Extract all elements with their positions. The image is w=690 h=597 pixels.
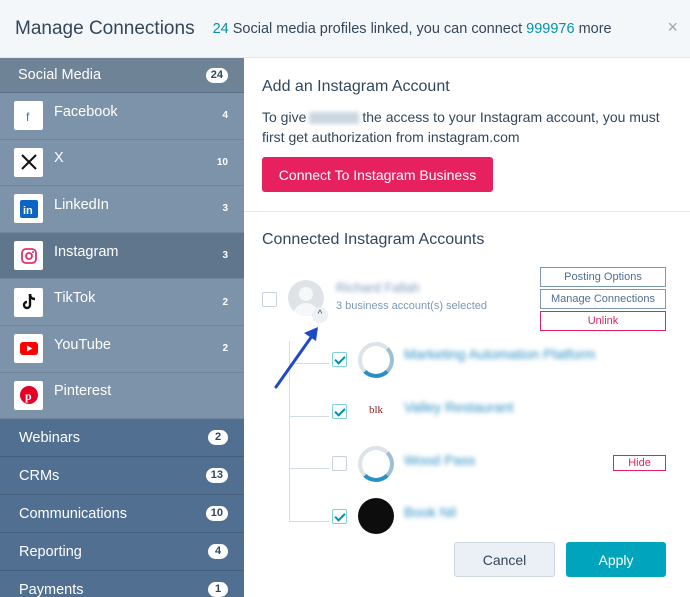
account-checkbox[interactable] xyxy=(332,352,347,367)
more-text: more xyxy=(578,20,612,37)
sidebar-item-facebook[interactable]: f Facebook 4 xyxy=(0,93,244,140)
youtube-icon xyxy=(14,334,43,364)
sidebar-item-label: Facebook xyxy=(54,103,118,120)
sidebar-category-payments[interactable]: Payments 1 xyxy=(0,571,244,597)
sidebar-item-label: Instagram xyxy=(54,243,119,260)
connection-summary: 24 Social media profiles linked, you can… xyxy=(213,21,612,37)
unlink-button[interactable]: Unlink xyxy=(540,311,666,331)
category-label: Webinars xyxy=(19,429,80,446)
sidebar-item-count: 3 xyxy=(222,203,228,215)
collapse-chevron-icon[interactable]: ^ xyxy=(312,307,328,323)
sidebar-section-social-media[interactable]: Social Media 24 xyxy=(0,58,244,93)
sidebar-item-count: 3 xyxy=(222,250,228,262)
account-name[interactable]: Marketing Automation Platform xyxy=(404,346,595,362)
account-checkbox[interactable] xyxy=(332,456,347,471)
divider xyxy=(244,211,690,212)
x-icon xyxy=(14,147,43,177)
facebook-icon: f xyxy=(14,101,43,131)
account-name[interactable]: Wood Pass xyxy=(404,452,475,468)
svg-text:p: p xyxy=(25,389,32,403)
section-count-badge: 24 xyxy=(205,67,228,83)
account-logo-text: blk xyxy=(368,404,384,416)
cancel-button[interactable]: Cancel xyxy=(454,542,555,577)
tree-line xyxy=(289,341,290,521)
account-checkbox[interactable] xyxy=(332,404,347,419)
category-label: Communications xyxy=(19,505,127,522)
instagram-icon xyxy=(14,241,43,271)
pinterest-icon: p xyxy=(14,380,43,410)
category-count-badge: 10 xyxy=(205,506,228,522)
account-name[interactable]: Book Nil xyxy=(404,504,456,520)
manage-connections-button[interactable]: Manage Connections xyxy=(540,289,666,309)
user-name: Richard Fallah xyxy=(336,280,420,295)
category-count-badge: 4 xyxy=(208,544,228,560)
account-name[interactable]: Valley Restaurant xyxy=(404,399,513,415)
sidebar-item-count: 4 xyxy=(222,110,228,122)
sidebar-item-label: LinkedIn xyxy=(54,196,109,213)
sidebar-item-pinterest[interactable]: p Pinterest xyxy=(0,372,244,420)
close-icon[interactable]: × xyxy=(667,17,678,38)
selected-accounts-count: 3 business account(s) selected xyxy=(336,300,488,312)
sidebar-item-linkedin[interactable]: in LinkedIn 3 xyxy=(0,186,244,233)
tree-branch xyxy=(289,363,329,364)
sidebar-item-label: X xyxy=(54,150,64,167)
user-checkbox[interactable] xyxy=(262,292,277,307)
sidebar-item-label: Pinterest xyxy=(54,383,112,400)
account-logo-ring xyxy=(358,446,394,482)
category-count-badge: 2 xyxy=(208,430,228,446)
connect-instagram-button[interactable]: Connect To Instagram Business xyxy=(262,157,493,192)
tree-branch xyxy=(289,416,329,417)
posting-options-button[interactable]: Posting Options xyxy=(540,267,666,287)
sidebar: Social Media 24 f Facebook 4 X 10 in Lin… xyxy=(0,58,244,597)
sidebar-item-x[interactable]: X 10 xyxy=(0,139,244,187)
sidebar-item-count: 2 xyxy=(222,343,228,355)
more-count: 999976 xyxy=(526,20,575,37)
apply-button[interactable]: Apply xyxy=(566,542,666,577)
account-checkbox[interactable] xyxy=(332,509,347,524)
section-label: Social Media xyxy=(18,67,102,83)
svg-text:f: f xyxy=(26,110,30,123)
svg-text:in: in xyxy=(23,205,33,217)
desc-before: To give xyxy=(262,109,307,125)
tree-branch xyxy=(289,468,329,469)
sidebar-category-crms[interactable]: CRMs 13 xyxy=(0,457,244,496)
sidebar-item-tiktok[interactable]: TikTok 2 xyxy=(0,279,244,326)
sidebar-item-label: TikTok xyxy=(54,290,96,307)
tree-branch xyxy=(289,521,329,522)
category-count-badge: 13 xyxy=(205,468,228,484)
sidebar-item-count: 10 xyxy=(216,156,228,168)
modal-title: Manage Connections xyxy=(15,17,195,39)
linkedin-icon: in xyxy=(14,194,43,224)
sidebar-category-communications[interactable]: Communications 10 xyxy=(0,495,244,534)
sidebar-category-reporting[interactable]: Reporting 4 xyxy=(0,533,244,572)
connected-accounts-title: Connected Instagram Accounts xyxy=(262,231,485,248)
add-account-title: Add an Instagram Account xyxy=(262,78,450,95)
sidebar-item-youtube[interactable]: YouTube 2 xyxy=(0,325,244,373)
linked-count: 24 xyxy=(212,20,229,37)
add-account-description: To give the access to your Instagram acco… xyxy=(262,107,672,147)
redacted-name xyxy=(309,112,360,125)
hide-account-button[interactable]: Hide xyxy=(613,455,666,471)
linked-text: Social media profiles linked, you can co… xyxy=(232,20,523,37)
sidebar-item-count: 2 xyxy=(222,296,228,308)
sidebar-category-webinars[interactable]: Webinars 2 xyxy=(0,419,244,458)
category-count-badge: 1 xyxy=(208,582,228,597)
category-label: Payments xyxy=(19,581,84,597)
sidebar-item-instagram[interactable]: Instagram 3 xyxy=(0,232,244,280)
account-logo-dark xyxy=(358,498,394,534)
sidebar-item-label: YouTube xyxy=(54,336,111,353)
category-label: CRMs xyxy=(19,467,60,484)
main-panel: Add an Instagram Account To give the acce… xyxy=(244,58,690,597)
category-label: Reporting xyxy=(19,543,82,560)
modal-header: Manage Connections 24 Social media profi… xyxy=(0,0,690,58)
tiktok-icon xyxy=(14,287,43,317)
account-logo-ring xyxy=(358,342,394,378)
